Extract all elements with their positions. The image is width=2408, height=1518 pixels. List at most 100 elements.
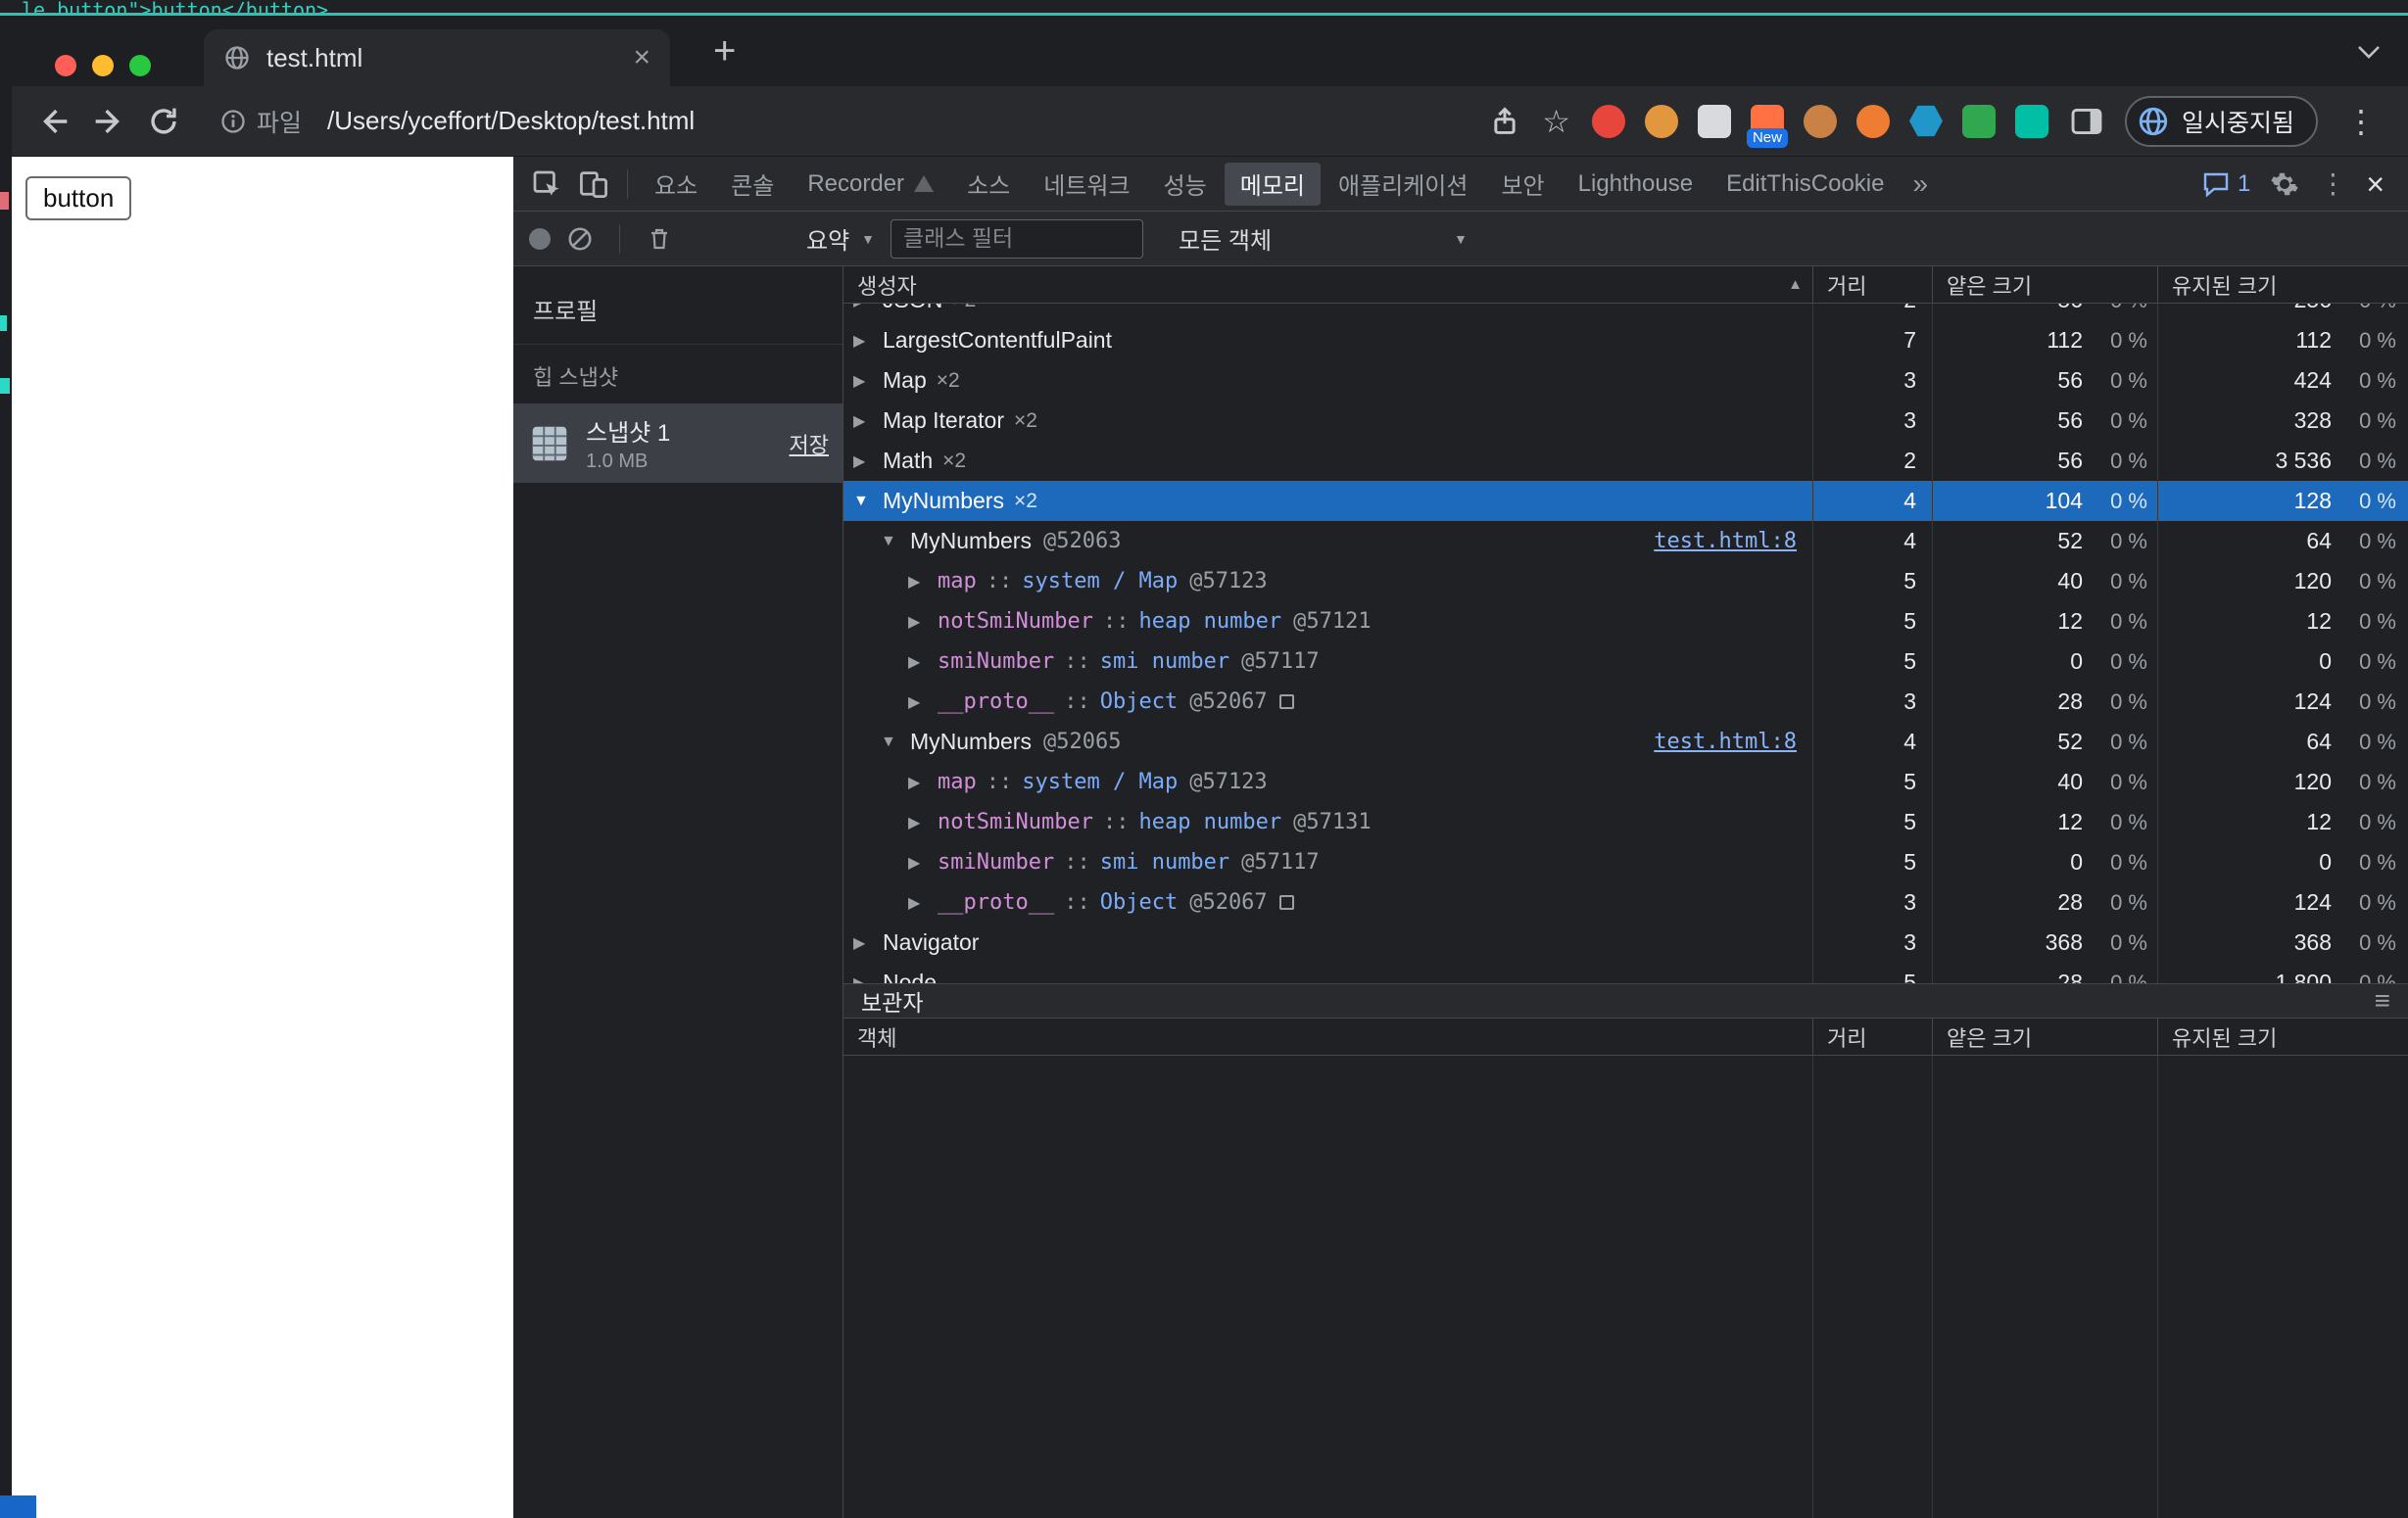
heap-row-Navigator[interactable]: ▶ Navigator 3 368 0 % 368 0 % (843, 923, 2408, 963)
expand-arrow-icon[interactable]: ▶ (853, 304, 883, 310)
column-header-distance[interactable]: 거리 (1812, 266, 1932, 303)
column-header-constructor[interactable]: 생성자 ▲ (843, 266, 1812, 303)
reveal-object-icon[interactable] (1278, 694, 1294, 709)
profile-badge[interactable]: 일시중지됨 (2124, 95, 2318, 147)
macos-zoom-button[interactable] (129, 55, 151, 76)
heap-row-MyNumbers[interactable]: ▼ MyNumbers ×2 4 104 0 % 128 0 % (843, 481, 2408, 521)
heap-row-smiNumber[interactable]: ▶ smiNumber:: smi number @57117 5 0 0 % 0 0 % (843, 842, 2408, 882)
devtools-tab-메모리[interactable]: 메모리 (1224, 162, 1321, 206)
heap-row-Map[interactable]: ▶ Map ×2 3 56 0 % 424 0 % (843, 360, 2408, 401)
person-extension-icon[interactable] (1644, 104, 1678, 138)
back-button-icon[interactable] (37, 105, 71, 138)
devtools-tab-콘솔[interactable]: 콘솔 (715, 163, 790, 206)
adblock-hand-icon[interactable] (1591, 104, 1625, 138)
more-tabs-chevron[interactable]: » (1901, 168, 1940, 200)
bookmark-star-icon[interactable]: ☆ (1542, 106, 1570, 137)
heap-row-__proto__[interactable]: ▶ __proto__:: Object @52067 3 28 0 % 124 0 % (843, 682, 2408, 722)
heap-row-Node[interactable]: ▶ Node 5 28 0 % 1 800 0 % (843, 963, 2408, 983)
puzzle-extension-icon[interactable] (1961, 104, 1996, 138)
expand-arrow-icon[interactable]: ▶ (853, 411, 883, 431)
devtools-tab-Recorder[interactable]: Recorder (792, 163, 949, 206)
inspect-element-icon[interactable] (531, 168, 562, 200)
teal-square-extension-icon[interactable] (2014, 104, 2048, 138)
heap-row-smiNumber[interactable]: ▶ smiNumber:: smi number @57117 5 0 0 % 0 0 % (843, 641, 2408, 682)
expand-arrow-icon[interactable]: ▶ (853, 371, 883, 391)
heap-row-LargestContentfulPaint[interactable]: ▶ LargestContentfulPaint 7 112 0 % 112 0 % (843, 320, 2408, 360)
heap-row-Math[interactable]: ▶ Math ×2 2 56 0 % 3 536 0 % (843, 441, 2408, 481)
new-tab-button[interactable]: + (703, 29, 746, 72)
expand-arrow-icon[interactable]: ▶ (853, 933, 883, 953)
delete-snapshot-trash-icon[interactable] (646, 225, 673, 253)
clear-profiles-icon[interactable] (566, 225, 594, 253)
device-toolbar-icon[interactable] (578, 168, 609, 200)
objects-scope-select[interactable]: 모든 객체 ▼ (1179, 221, 1468, 256)
reload-button-icon[interactable] (147, 105, 180, 138)
heap-row-Map Iterator[interactable]: ▶ Map Iterator ×2 3 56 0 % 328 0 % (843, 401, 2408, 441)
expand-arrow-icon[interactable]: ▶ (908, 813, 938, 832)
devtools-tab-소스[interactable]: 소스 (951, 163, 1026, 206)
macos-close-button[interactable] (55, 55, 76, 76)
expand-arrow-icon[interactable]: ▶ (908, 652, 938, 672)
record-heap-icon[interactable] (529, 227, 551, 250)
heap-row-notSmiNumber[interactable]: ▶ notSmiNumber:: heap number @57131 5 12 0 % 12… (843, 802, 2408, 842)
devtools-tab-요소[interactable]: 요소 (639, 163, 713, 206)
settings-gear-icon[interactable] (2270, 169, 2299, 199)
column-header-distance[interactable]: 거리 (1812, 1019, 1932, 1055)
cookie-icon[interactable] (1803, 104, 1837, 138)
collapse-arrow-icon[interactable]: ▼ (853, 493, 883, 510)
expand-arrow-icon[interactable]: ▶ (908, 773, 938, 792)
source-location-link[interactable]: test.html:8 (1654, 529, 1805, 553)
macos-minimize-button[interactable] (92, 55, 114, 76)
devtools-tab-네트워크[interactable]: 네트워크 (1028, 163, 1145, 206)
class-filter-input[interactable] (891, 218, 1144, 259)
heap-row-__proto__[interactable]: ▶ __proto__:: Object @52067 3 28 0 % 124 0 % (843, 882, 2408, 923)
column-header-retained-size[interactable]: 유지된 크기 (2157, 1019, 2408, 1055)
heap-row-MyNumbers[interactable]: ▼ MyNumbers @52065 test.html:8 4 52 0 % 64 0 % (843, 722, 2408, 762)
forward-button-icon[interactable] (92, 105, 125, 138)
expand-arrow-icon[interactable]: ▶ (853, 331, 883, 351)
devtools-tab-EditThisCookie[interactable]: EditThisCookie (1710, 163, 1900, 206)
heap-row-notSmiNumber[interactable]: ▶ notSmiNumber:: heap number @57121 5 12 0 % 12… (843, 601, 2408, 641)
heap-row-map[interactable]: ▶ map:: system / Map @57123 5 40 0 % 120 0 % (843, 561, 2408, 601)
share-icon[interactable] (1489, 106, 1520, 137)
orange-ball-extension-icon[interactable] (1855, 104, 1890, 138)
file-scheme-chip[interactable]: 파일 (219, 104, 302, 139)
expand-arrow-icon[interactable]: ▶ (908, 893, 938, 913)
expand-arrow-icon[interactable]: ▶ (853, 973, 883, 984)
column-header-shallow-size[interactable]: 얕은 크기 (1932, 266, 2157, 303)
heap-row-map[interactable]: ▶ map:: system / Map @57123 5 40 0 % 120 0 % (843, 762, 2408, 802)
browser-tab[interactable]: test.html × (204, 29, 670, 86)
column-header-object[interactable]: 객체 (843, 1019, 1812, 1055)
retainers-menu-icon[interactable]: ≡ (2375, 987, 2390, 1015)
tab-close-icon[interactable]: × (633, 43, 650, 72)
tab-search-chevron-icon[interactable] (2355, 43, 2383, 61)
heap-row-JSON[interactable]: ▶JSON×22560 %2560 % (843, 304, 2408, 320)
source-location-link[interactable]: test.html:8 (1654, 730, 1805, 754)
devtools-tab-Lighthouse[interactable]: Lighthouse (1563, 163, 1709, 206)
devtools-menu-kebab-icon[interactable]: ⋮ (2319, 167, 2346, 200)
column-header-shallow-size[interactable]: 얕은 크기 (1932, 1019, 2157, 1055)
browser-menu-kebab-icon[interactable]: ⋮ (2339, 103, 2383, 140)
heap-row-MyNumbers[interactable]: ▼ MyNumbers @52063 test.html:8 4 52 0 % 64 0 % (843, 521, 2408, 561)
expand-arrow-icon[interactable]: ▶ (908, 612, 938, 632)
devtools-close-icon[interactable]: × (2366, 168, 2384, 200)
collapse-arrow-icon[interactable]: ▼ (881, 533, 910, 550)
issues-counter[interactable]: 1 (2202, 170, 2250, 198)
save-snapshot-link[interactable]: 저장 (790, 428, 829, 459)
snapshot-item[interactable]: 스냅샷 1 1.0 MB 저장 (513, 403, 843, 483)
collapse-arrow-icon[interactable]: ▼ (881, 734, 910, 751)
address-bar-url[interactable]: /Users/yceffort/Desktop/test.html (327, 106, 695, 136)
expand-arrow-icon[interactable]: ▶ (853, 451, 883, 471)
devtools-tab-성능[interactable]: 성능 (1148, 163, 1223, 206)
devtools-tab-애플리케이션[interactable]: 애플리케이션 (1323, 163, 1483, 206)
side-panel-icon[interactable] (2070, 107, 2103, 136)
gray-square-extension-icon[interactable] (1697, 104, 1731, 138)
expand-arrow-icon[interactable]: ▶ (908, 853, 938, 873)
column-header-retained-size[interactable]: 유지된 크기 (2157, 266, 2408, 303)
hexagon-extension-icon[interactable] (1908, 105, 1943, 137)
reveal-object-icon[interactable] (1278, 895, 1294, 910)
perspective-select[interactable]: 요약 ▼ (806, 221, 875, 256)
page-button[interactable]: button (25, 176, 132, 220)
expand-arrow-icon[interactable]: ▶ (908, 692, 938, 712)
new-extension-icon[interactable]: New (1746, 104, 1788, 148)
